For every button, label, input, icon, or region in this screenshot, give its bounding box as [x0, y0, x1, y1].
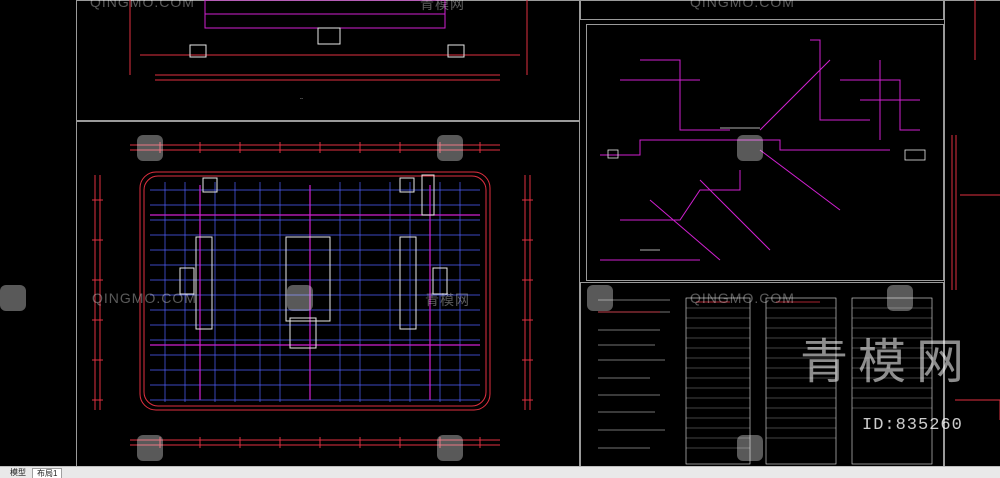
tab-model[interactable]: 模型 — [6, 468, 30, 477]
watermark-logo-icon — [137, 135, 163, 161]
watermark-logo-icon — [737, 135, 763, 161]
watermark-logo-icon — [887, 285, 913, 311]
watermark-text-cn: 青模网 — [420, 0, 465, 12]
cad-drawing: -- — [92, 0, 1000, 465]
watermark-logo-icon — [137, 435, 163, 461]
watermark-logo-icon — [587, 285, 613, 311]
watermark-text-cn: 青模网 — [425, 292, 470, 308]
watermark-logo-icon — [437, 435, 463, 461]
brand-id-label: ID:835260 — [862, 416, 963, 435]
brand-watermark: 青模网 — [800, 334, 975, 390]
watermark-text: QINGMO.COM — [690, 0, 795, 10]
watermark-logo-icon — [287, 285, 313, 311]
layout-tab-bar: 模型 布局1 — [0, 466, 1000, 478]
watermark-text: QINGMO.COM — [90, 0, 195, 10]
watermark-text: QINGMO.COM — [92, 290, 197, 306]
watermark-logo-icon — [0, 285, 26, 311]
cad-model-space[interactable]: -- QINGMO.COM QINGMO.COM QINGMO.COM QING… — [0, 0, 1000, 466]
svg-text:--: -- — [300, 96, 303, 101]
watermark-logo-icon — [437, 135, 463, 161]
watermark-text: QINGMO.COM — [690, 290, 795, 306]
watermark-logo-icon — [737, 435, 763, 461]
